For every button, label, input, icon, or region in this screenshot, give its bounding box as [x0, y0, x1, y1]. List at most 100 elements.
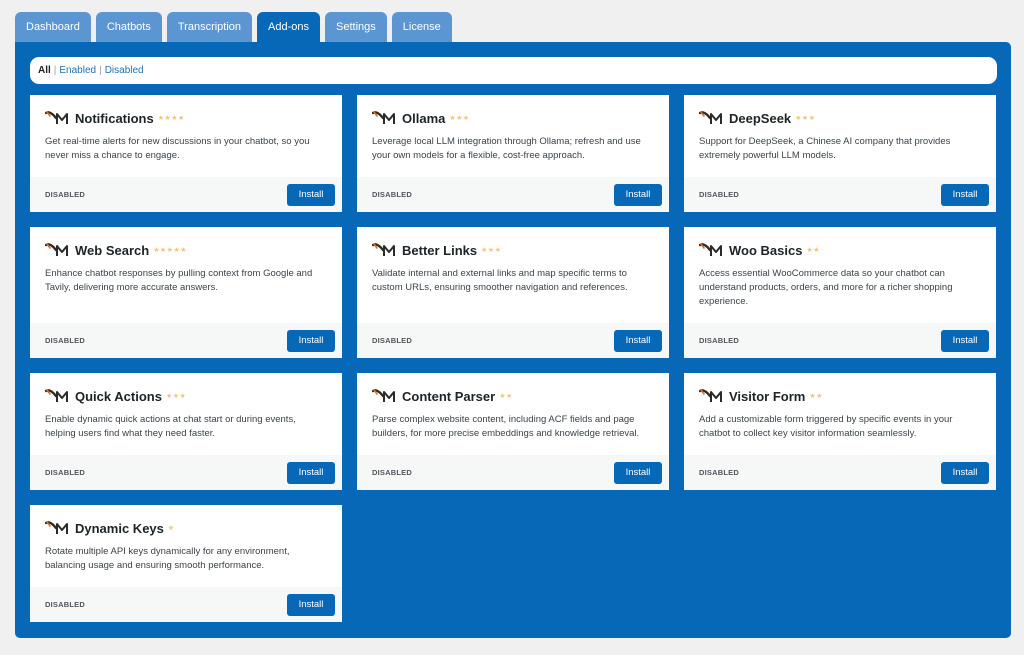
card-description: Add a customizable form triggered by spe…: [699, 414, 953, 439]
meow-logo-icon: [372, 389, 395, 402]
card-description: Access essential WooCommerce data so you…: [699, 268, 953, 307]
add-on-card: DeepSeek ★★★ Support for DeepSeek, a Chi…: [684, 95, 996, 212]
meow-logo-icon: [45, 521, 68, 534]
meow-logo-icon: [45, 389, 68, 402]
rating-stars: ★★★: [795, 115, 816, 122]
card-title: Web Search: [75, 242, 150, 258]
card-description: Leverage local LLM integration through O…: [372, 136, 641, 161]
meow-logo-icon: [45, 111, 68, 124]
filter-enabled[interactable]: Enabled: [59, 65, 96, 76]
status-label: DISABLED: [372, 336, 412, 345]
filter-separator: |: [53, 65, 57, 76]
card-title: Woo Basics: [729, 242, 803, 258]
add-ons-panel: All | Enabled | Disabled Notifications ★★★★ …: [15, 42, 1011, 638]
status-label: DISABLED: [699, 190, 739, 199]
add-on-card: Ollama ★★★ Leverage local LLM integratio…: [357, 95, 669, 212]
add-on-card: Web Search ★★★★★ Enhance chatbot respons…: [30, 227, 342, 358]
card-description: Validate internal and external links and…: [372, 268, 628, 293]
install-button[interactable]: Install: [287, 329, 335, 352]
meow-logo-icon: [372, 243, 395, 256]
add-ons-grid: Notifications ★★★★ Get real-time alerts …: [30, 95, 996, 622]
status-label: DISABLED: [45, 468, 85, 477]
card-description: Enhance chatbot responses by pulling con…: [45, 268, 313, 293]
filter-disabled[interactable]: Disabled: [105, 65, 144, 76]
card-title-row: Dynamic Keys ★: [45, 519, 327, 537]
card-footer: DISABLED Install: [684, 177, 996, 212]
card-title-row: Web Search ★★★★★: [45, 241, 327, 259]
card-footer: DISABLED Install: [30, 455, 342, 490]
install-button[interactable]: Install: [287, 183, 335, 206]
install-button[interactable]: Install: [614, 461, 662, 484]
card-title: Better Links: [402, 242, 478, 258]
card-footer: DISABLED Install: [357, 177, 669, 212]
add-on-card: Quick Actions ★★★ Enable dynamic quick a…: [30, 373, 342, 490]
card-title: DeepSeek: [729, 110, 792, 126]
card-title-row: DeepSeek ★★★: [699, 109, 981, 127]
tab-license[interactable]: License: [391, 12, 452, 42]
card-description: Get real-time alerts for new discussions…: [45, 136, 310, 161]
nav-tabs: Dashboard Chatbots Transcription Add-ons…: [15, 12, 452, 42]
filter-bar: All | Enabled | Disabled: [30, 57, 997, 84]
card-title-row: Woo Basics ★★: [699, 241, 981, 259]
card-description: Enable dynamic quick actions at chat sta…: [45, 414, 296, 439]
status-label: DISABLED: [699, 468, 739, 477]
rating-stars: ★★: [806, 247, 821, 254]
add-on-card: Visitor Form ★★ Add a customizable form …: [684, 373, 996, 490]
install-button[interactable]: Install: [287, 461, 335, 484]
tab-dashboard[interactable]: Dashboard: [15, 12, 91, 42]
install-button[interactable]: Install: [941, 183, 989, 206]
rating-stars: ★: [167, 525, 175, 532]
add-on-card: Notifications ★★★★ Get real-time alerts …: [30, 95, 342, 212]
tab-add-ons[interactable]: Add-ons: [257, 12, 321, 42]
card-footer: DISABLED Install: [684, 455, 996, 490]
rating-stars: ★★: [499, 393, 513, 400]
rating-stars: ★★★★★: [153, 247, 188, 254]
filter-separator: |: [99, 65, 102, 76]
meow-logo-icon: [699, 111, 722, 124]
meow-logo-icon: [45, 243, 68, 256]
card-title-row: Visitor Form ★★: [699, 387, 981, 405]
meow-logo-icon: [699, 243, 722, 256]
card-description: Rotate multiple API keys dynamically for…: [45, 546, 290, 571]
card-title-row: Content Parser ★★: [372, 387, 654, 405]
card-footer: DISABLED Install: [357, 323, 669, 358]
status-label: DISABLED: [372, 468, 412, 477]
add-on-card: Woo Basics ★★ Access essential WooCommer…: [684, 227, 996, 358]
tab-chatbots[interactable]: Chatbots: [95, 12, 162, 42]
filter-all[interactable]: All: [38, 65, 51, 76]
card-footer: DISABLED Install: [684, 323, 996, 358]
card-title: Visitor Form: [729, 388, 806, 404]
add-on-card: Dynamic Keys ★ Rotate multiple API keys …: [30, 505, 342, 622]
card-title: Dynamic Keys: [75, 520, 164, 536]
install-button[interactable]: Install: [614, 329, 662, 352]
card-title-row: Better Links ★★★: [372, 241, 654, 259]
meow-logo-icon: [699, 389, 722, 402]
card-description: Parse complex website content, including…: [372, 414, 640, 439]
rating-stars: ★★★: [481, 247, 502, 254]
add-on-card: Better Links ★★★ Validate internal and e…: [357, 227, 669, 358]
card-footer: DISABLED Install: [30, 587, 342, 622]
meow-logo-icon: [372, 111, 395, 124]
rating-stars: ★★★: [449, 115, 470, 122]
card-title: Content Parser: [402, 388, 496, 404]
card-title: Ollama: [402, 110, 446, 126]
card-title: Notifications: [75, 110, 154, 126]
card-title-row: Quick Actions ★★★: [45, 387, 327, 405]
rating-stars: ★★★: [165, 393, 187, 400]
install-button[interactable]: Install: [614, 183, 662, 206]
status-label: DISABLED: [45, 600, 85, 609]
rating-stars: ★★: [809, 393, 823, 400]
status-label: DISABLED: [45, 336, 85, 345]
rating-stars: ★★★★: [157, 115, 185, 122]
card-description: Support for DeepSeek, a Chinese AI compa…: [699, 136, 951, 161]
card-footer: DISABLED Install: [30, 323, 342, 358]
install-button[interactable]: Install: [941, 329, 989, 352]
card-footer: DISABLED Install: [30, 177, 342, 212]
tab-settings[interactable]: Settings: [325, 12, 387, 42]
tab-transcription[interactable]: Transcription: [166, 12, 253, 42]
card-title-row: Notifications ★★★★: [45, 109, 327, 127]
status-label: DISABLED: [45, 190, 85, 199]
install-button[interactable]: Install: [941, 461, 989, 484]
card-footer: DISABLED Install: [357, 455, 669, 490]
install-button[interactable]: Install: [287, 593, 335, 616]
